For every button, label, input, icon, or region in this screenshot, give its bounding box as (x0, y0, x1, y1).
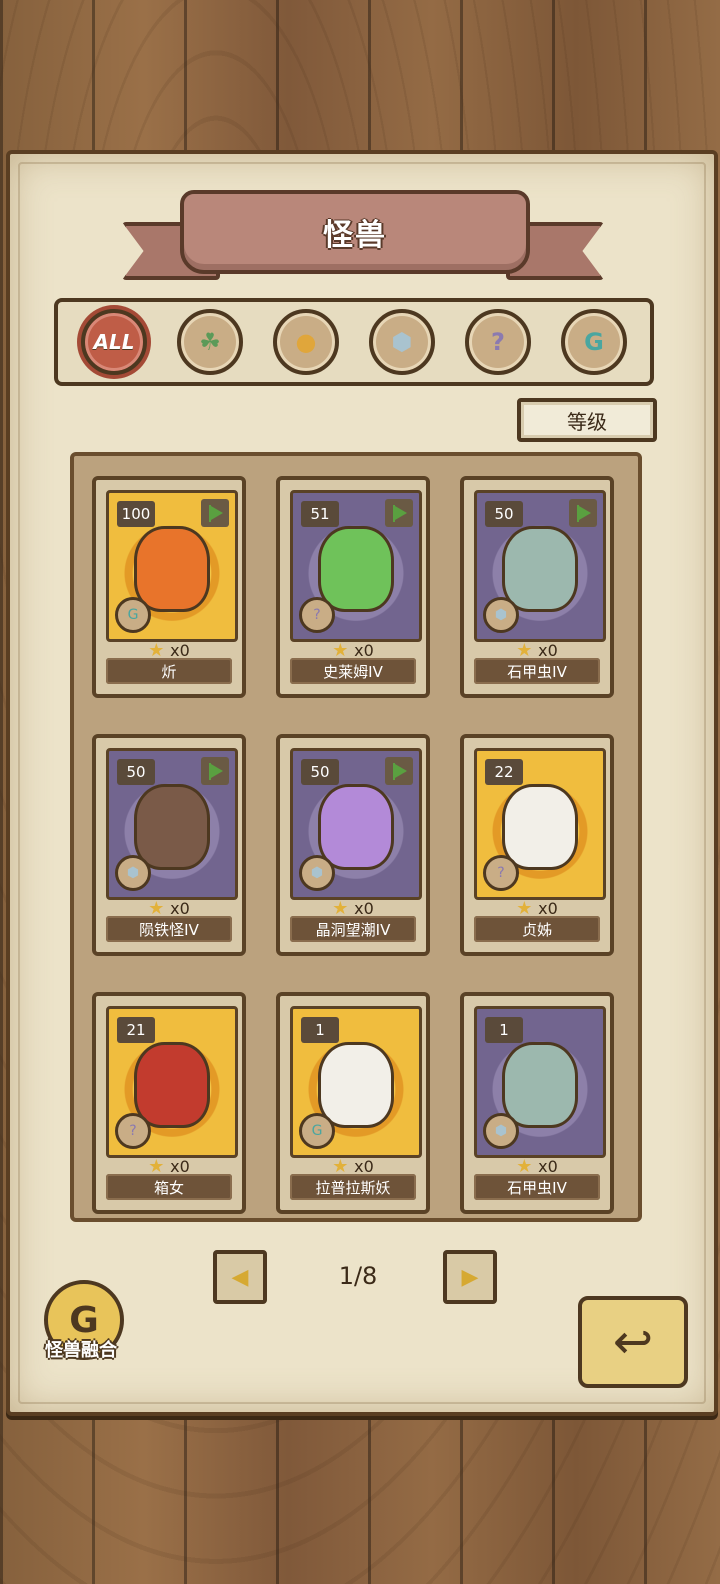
monster-portrait: 1G (290, 1006, 422, 1158)
question-icon: ? (115, 1113, 151, 1149)
filter-spirit-button[interactable]: G (561, 309, 627, 375)
title-banner: 怪兽 (180, 190, 530, 274)
monster-figure (134, 525, 210, 612)
filter-mineral-button[interactable]: ⬢ (369, 309, 435, 375)
flag-icon (569, 499, 597, 527)
monster-name: 石甲虫IV (474, 658, 600, 684)
all-icon: ALL (93, 330, 135, 354)
monster-card[interactable]: 50 ⬢ ★ x0 晶洞望潮IV (276, 734, 430, 956)
monster-card[interactable]: 50 ⬢ ★ x0 陨铁怪IV (92, 734, 246, 956)
monster-figure (134, 1041, 210, 1128)
monster-portrait: 21? (106, 1006, 238, 1158)
monster-portrait: 22? (474, 748, 606, 900)
monster-name: 贞姊 (474, 916, 600, 942)
monster-portrait: 1 ⬢ (474, 1006, 606, 1158)
level-badge: 1 (301, 1017, 339, 1043)
level-badge: 50 (485, 501, 523, 527)
level-badge: 1 (485, 1017, 523, 1043)
monster-name: 陨铁怪IV (106, 916, 232, 942)
monster-figure (134, 783, 210, 870)
back-button[interactable]: ↩ (578, 1296, 688, 1388)
filter-unknown-button[interactable]: ? (465, 309, 531, 375)
flag-icon (201, 757, 229, 785)
question-icon: ? (299, 597, 335, 633)
monster-card[interactable]: 100 G ★ x0 炘 (92, 476, 246, 698)
monster-portrait: 50 ⬢ (106, 748, 238, 900)
monster-figure (502, 1041, 578, 1128)
level-badge: 50 (117, 759, 155, 785)
flag-icon (201, 499, 229, 527)
next-page-button[interactable]: ▶ (443, 1250, 497, 1304)
monster-portrait: 50 ⬢ (290, 748, 422, 900)
monster-figure (318, 1041, 394, 1128)
monster-figure (318, 525, 394, 612)
monster-figure (502, 783, 578, 870)
question-icon: ? (483, 855, 519, 891)
monster-fusion-button[interactable]: G 怪兽融合 (36, 1280, 126, 1370)
monster-name: 箱女 (106, 1174, 232, 1200)
crystal-icon: ⬢ (483, 1113, 519, 1149)
card-grid: 100 G ★ x0 炘 51? ★ x0 史莱姆IV 50 ⬢ ★ x0 石甲虫IV 50 ⬢ ★ x0… (70, 452, 642, 1222)
monster-name: 石甲虫IV (474, 1174, 600, 1200)
monster-figure (318, 783, 394, 870)
monster-name: 史莱姆IV (290, 658, 416, 684)
monster-portrait: 100 G (106, 490, 238, 642)
crystal-icon: ⬢ (115, 855, 151, 891)
filter-all-button[interactable]: ALL (81, 309, 147, 375)
flag-icon (385, 499, 413, 527)
crystal-icon: ⬢ (483, 597, 519, 633)
monster-name: 拉普拉斯妖 (290, 1174, 416, 1200)
monster-portrait: 50 ⬢ (474, 490, 606, 642)
level-badge: 22 (485, 759, 523, 785)
leaf-icon: ☘ (199, 328, 221, 356)
page-title: 怪兽 (323, 218, 387, 253)
monster-card[interactable]: 1 ⬢ ★ x0 石甲虫IV (460, 992, 614, 1214)
level-badge: 50 (301, 759, 339, 785)
monster-figure (502, 525, 578, 612)
monster-card[interactable]: 1 G ★ x0 拉普拉斯妖 (276, 992, 430, 1214)
spiral-icon: G (299, 1113, 335, 1149)
crystal-icon: ⬢ (391, 328, 413, 356)
monster-card[interactable]: 22? ★ x0 贞姊 (460, 734, 614, 956)
prev-page-button[interactable]: ◀ (213, 1250, 267, 1304)
monster-card[interactable]: 50 ⬢ ★ x0 石甲虫IV (460, 476, 614, 698)
flag-icon (385, 757, 413, 785)
question-icon: ? (491, 328, 505, 356)
arrow-right-icon: ▶ (461, 1264, 479, 1290)
level-badge: 51 (301, 501, 339, 527)
filter-bar: ALL ☘ ● ⬢ ? G (54, 298, 654, 386)
crystal-icon: ⬢ (299, 855, 335, 891)
spiral-icon: G (584, 328, 604, 356)
sort-level-button[interactable]: 等级 (517, 398, 657, 442)
filter-beast-button[interactable]: ● (273, 309, 339, 375)
back-arrow-icon: ↩ (612, 1314, 654, 1370)
monster-card[interactable]: 51? ★ x0 史莱姆IV (276, 476, 430, 698)
monster-name: 晶洞望潮IV (290, 916, 416, 942)
arrow-left-icon: ◀ (231, 1264, 249, 1290)
page-indicator: 1/8 (338, 1262, 378, 1290)
level-badge: 100 (117, 501, 155, 527)
monster-portrait: 51? (290, 490, 422, 642)
spiral-icon: G (115, 597, 151, 633)
level-badge: 21 (117, 1017, 155, 1043)
monster-name: 炘 (106, 658, 232, 684)
fusion-label: 怪兽融合 (45, 1340, 117, 1361)
filter-plant-button[interactable]: ☘ (177, 309, 243, 375)
paw-icon: ● (295, 328, 317, 356)
monster-card[interactable]: 21? ★ x0 箱女 (92, 992, 246, 1214)
